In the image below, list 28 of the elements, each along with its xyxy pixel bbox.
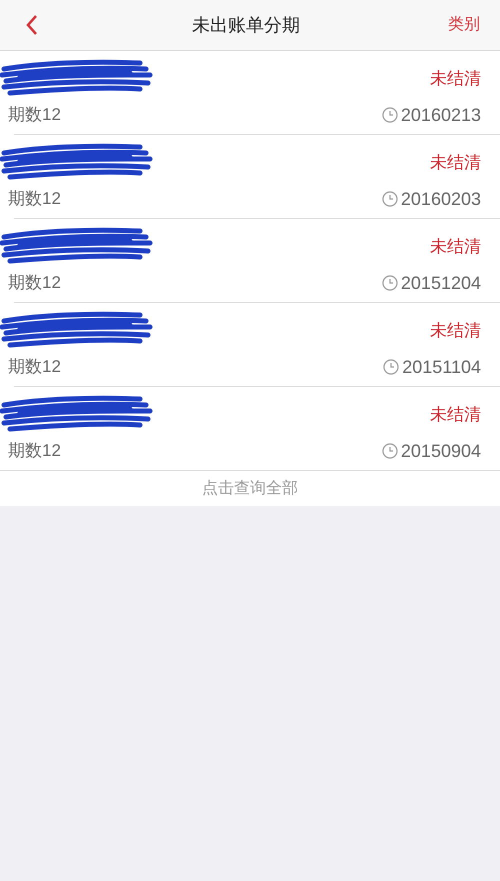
date-text: 20160213 <box>400 104 481 126</box>
back-icon <box>25 14 39 36</box>
category-button[interactable]: 类别 <box>448 13 480 37</box>
date-text: 20160203 <box>400 188 481 210</box>
clock-icon <box>382 443 398 459</box>
list-item[interactable]: 未结清 期数12 20150904 <box>0 387 500 470</box>
list-item[interactable]: 未结清 期数12 20151204 <box>0 219 500 302</box>
date-text: 20151104 <box>402 356 481 378</box>
status-text: 未结清 <box>430 68 481 90</box>
list-item[interactable]: 未结清 期数12 20151104 <box>0 303 500 386</box>
term-text: 期数12 <box>8 440 61 462</box>
status-text: 未结清 <box>430 236 481 258</box>
status-text: 未结清 <box>430 404 481 426</box>
term-text: 期数12 <box>8 272 61 294</box>
list-item[interactable]: 未结清 期数12 20160213 <box>0 51 500 134</box>
term-text: 期数12 <box>8 104 61 126</box>
clock-icon <box>383 359 400 375</box>
status-text: 未结清 <box>430 320 481 342</box>
clock-icon <box>382 191 398 207</box>
clock-icon <box>382 107 398 123</box>
term-text: 期数12 <box>8 356 61 378</box>
term-text: 期数12 <box>8 188 61 210</box>
date-text: 20150904 <box>400 440 481 462</box>
list-item[interactable]: 未结清 期数12 20160203 <box>0 135 500 218</box>
page-title: 未出账单分期 <box>192 14 300 36</box>
clock-icon <box>382 275 398 291</box>
date-text: 20151204 <box>400 272 481 294</box>
status-text: 未结清 <box>430 152 481 174</box>
